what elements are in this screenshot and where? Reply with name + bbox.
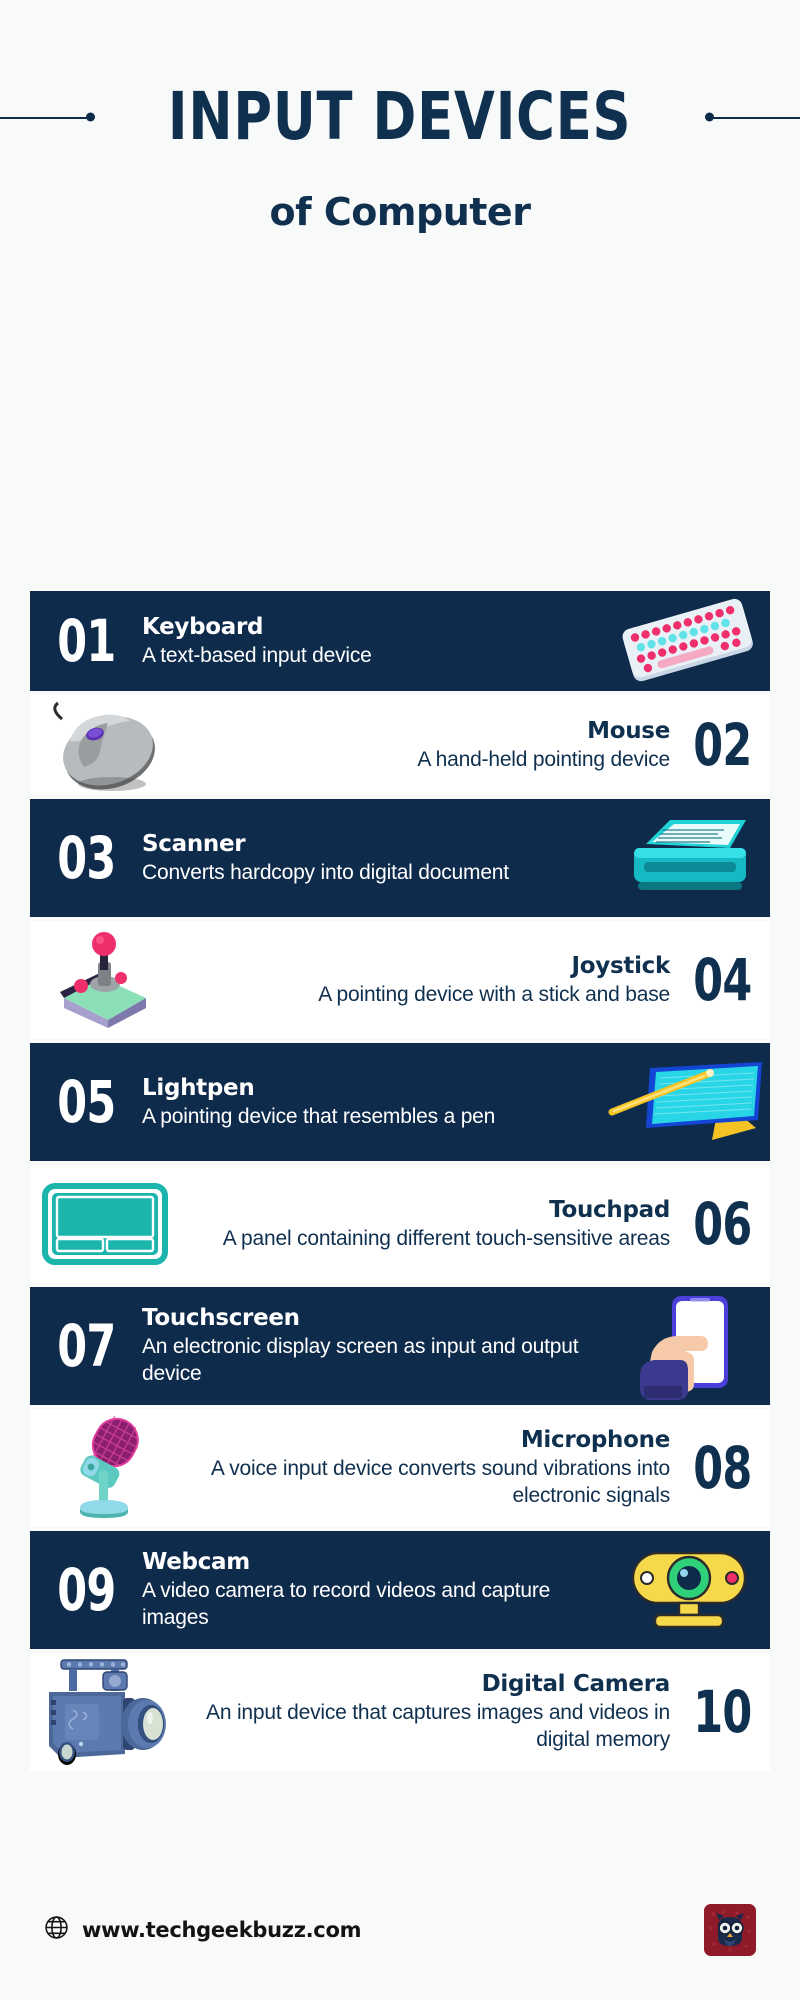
device-artwork <box>618 808 758 908</box>
device-name: Touchpad <box>549 1196 670 1223</box>
scanner-illustration <box>633 820 746 890</box>
device-name: Joystick <box>571 952 671 979</box>
device-artwork <box>40 695 170 795</box>
device-description: A hand-held pointing device <box>417 747 670 771</box>
device-number: 04 <box>692 946 752 1014</box>
device-artwork <box>608 1054 768 1150</box>
device-number: 07 <box>56 1312 116 1380</box>
digital-camera-illustration <box>49 1659 166 1765</box>
title-dot-left <box>86 112 95 122</box>
techgeekbuzz-owl-logo <box>704 1904 756 1956</box>
device-row-touchscreen: 07 Touchscreen An electronic display scr… <box>30 1287 770 1405</box>
device-name: Webcam <box>142 1548 250 1575</box>
device-name: Microphone <box>520 1426 670 1453</box>
device-name: Keyboard <box>142 613 264 640</box>
device-number: 02 <box>692 711 752 779</box>
device-text: Keyboard A text-based input device <box>142 613 595 669</box>
device-artwork <box>35 1654 175 1770</box>
device-row-scanner: 03 Scanner Converts hardcopy into digita… <box>30 799 770 917</box>
device-row-microphone: Microphone A voice input device converts… <box>30 1409 770 1527</box>
device-number: 05 <box>56 1068 116 1136</box>
device-row-lightpen: 05 Lightpen A pointing device that resem… <box>30 1043 770 1161</box>
device-number: 06 <box>692 1190 752 1258</box>
device-description: A panel containing different touch-sensi… <box>222 1226 670 1250</box>
device-text: Microphone A voice input device converts… <box>180 1426 670 1510</box>
infographic-page: INPUT DEVICES of Computer 01 Keyboard A … <box>0 0 800 2000</box>
device-row-digital-camera: Digital Camera An input device that capt… <box>30 1653 770 1771</box>
device-row-keyboard: 01 Keyboard A text-based input device <box>30 591 770 691</box>
site-url: www.techgeekbuzz.com <box>82 1918 362 1942</box>
device-description: An electronic display screen as input an… <box>142 1334 579 1386</box>
device-text: Lightpen A pointing device that resemble… <box>142 1074 595 1130</box>
device-artwork <box>628 1290 748 1402</box>
device-name: Mouse <box>587 717 670 744</box>
device-artwork <box>614 595 762 687</box>
device-row-mouse: Mouse A hand-held pointing device 02 <box>30 695 770 795</box>
touchscreen-illustration <box>639 1296 728 1400</box>
device-row-touchpad: Touchpad A panel containing different to… <box>30 1165 770 1283</box>
device-description: A text-based input device <box>142 643 372 667</box>
device-description: A voice input device converts sound vibr… <box>210 1456 670 1508</box>
device-description: An input device that captures images and… <box>206 1700 670 1752</box>
device-text: Mouse A hand-held pointing device <box>180 717 670 773</box>
device-artwork <box>50 928 160 1032</box>
device-artwork <box>42 1183 168 1265</box>
device-number: 08 <box>692 1434 752 1502</box>
device-artwork <box>621 1543 755 1637</box>
microphone-illustration <box>80 1415 139 1518</box>
lightpen-illustration <box>608 1062 762 1140</box>
site-link[interactable]: www.techgeekbuzz.com <box>44 1915 361 1945</box>
mouse-illustration <box>53 701 155 791</box>
device-text: Digital Camera An input device that capt… <box>180 1670 670 1754</box>
title-rule-left <box>0 117 92 119</box>
device-description: Converts hardcopy into digital document <box>142 860 509 884</box>
joystick-illustration <box>60 932 146 1028</box>
device-number: 10 <box>692 1678 752 1746</box>
touchpad-illustration <box>42 1183 168 1265</box>
keyboard-illustration <box>622 598 753 682</box>
device-number: 03 <box>56 824 116 892</box>
title-rule-right <box>708 117 800 119</box>
device-row-joystick: Joystick A pointing device with a stick … <box>30 921 770 1039</box>
device-text: Touchpad A panel containing different to… <box>180 1196 671 1252</box>
page-title: INPUT DEVICES <box>168 78 632 155</box>
webcam-illustration <box>631 1551 746 1629</box>
device-artwork <box>52 1412 158 1524</box>
title-dot-right <box>705 112 714 122</box>
title-row: INPUT DEVICES <box>0 78 800 156</box>
device-text: Scanner Converts hardcopy into digital d… <box>142 830 595 886</box>
device-text: Webcam A video camera to record videos a… <box>142 1548 595 1632</box>
device-text: Joystick A pointing device with a stick … <box>180 952 670 1008</box>
device-list: 01 Keyboard A text-based input device Mo… <box>0 234 800 1794</box>
device-name: Lightpen <box>142 1074 255 1101</box>
footer: www.techgeekbuzz.com <box>0 1860 800 2000</box>
device-name: Scanner <box>142 830 246 857</box>
device-row-webcam: 09 Webcam A video camera to record video… <box>30 1531 770 1649</box>
device-description: A video camera to record videos and capt… <box>142 1578 551 1630</box>
globe-icon <box>44 1915 69 1945</box>
device-name: Touchscreen <box>142 1304 300 1331</box>
device-description: A pointing device with a stick and base <box>318 982 670 1006</box>
device-number: 09 <box>56 1556 116 1624</box>
header: INPUT DEVICES of Computer <box>0 0 800 234</box>
device-description: A pointing device that resembles a pen <box>142 1104 496 1128</box>
device-number: 01 <box>56 607 116 675</box>
device-name: Digital Camera <box>481 1670 671 1697</box>
device-text: Touchscreen An electronic display screen… <box>142 1304 595 1388</box>
page-subtitle: of Computer <box>269 190 531 234</box>
